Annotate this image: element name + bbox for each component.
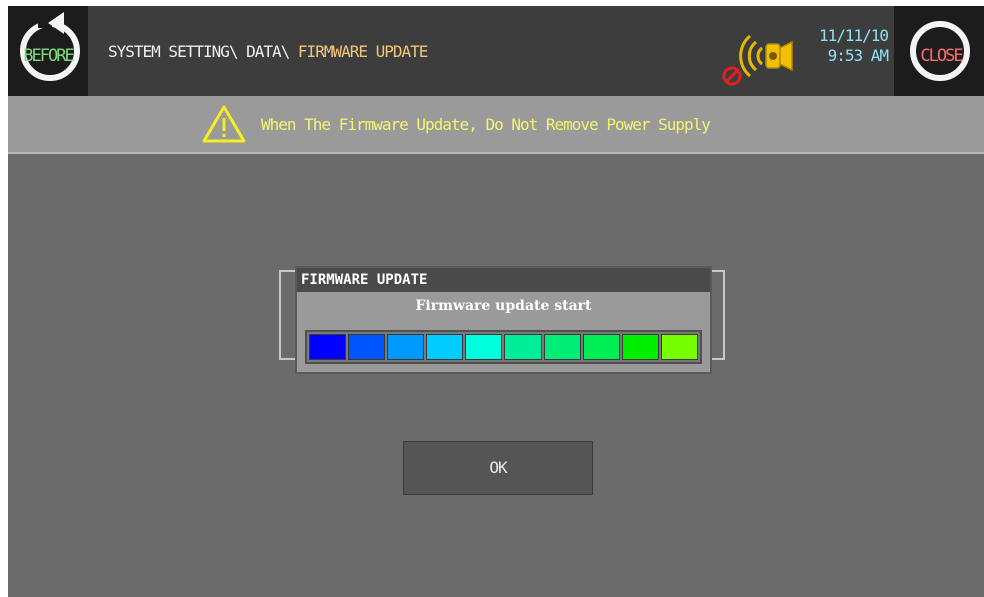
ok-button[interactable]: OK — [403, 441, 593, 495]
progress-segment — [387, 334, 425, 360]
dialog-message: Firmware update start — [415, 298, 592, 314]
clock-time: 9:53 AM — [827, 46, 889, 65]
before-label: BEFORE — [23, 46, 74, 66]
clock-date: 11/11/10 — [818, 26, 889, 45]
breadcrumb-path: SYSTEM SETTING\ DATA\ — [108, 42, 298, 61]
progress-segment — [543, 334, 581, 360]
buzzer-mute-icon[interactable] — [720, 28, 800, 88]
warning-bar: When The Firmware Update, Do Not Remove … — [8, 96, 984, 154]
clock: 11/11/10 9:53 AM — [798, 26, 889, 66]
hmi-screen: BEFORE SYSTEM SETTING\ DATA\ FIRMWARE UP… — [8, 6, 984, 597]
progress-segment — [426, 334, 464, 360]
firmware-update-dialog: FIRMWARE UPDATE Firmware update start — [295, 266, 712, 374]
progress-bar — [305, 330, 702, 364]
progress-segment — [582, 334, 620, 360]
before-button[interactable]: BEFORE — [8, 6, 88, 96]
progress-segment — [660, 334, 698, 360]
progress-segment — [309, 334, 347, 360]
dialog-title: FIRMWARE UPDATE — [297, 268, 710, 292]
warning-icon — [202, 105, 246, 143]
progress-segment — [465, 334, 503, 360]
breadcrumb: SYSTEM SETTING\ DATA\ FIRMWARE UPDATE — [108, 42, 428, 61]
progress-segment — [621, 334, 659, 360]
header-bar: BEFORE SYSTEM SETTING\ DATA\ FIRMWARE UP… — [8, 6, 984, 96]
progress-segment — [504, 334, 542, 360]
warning-text: When The Firmware Update, Do Not Remove … — [261, 115, 711, 134]
progress-segment — [348, 334, 386, 360]
breadcrumb-current: FIRMWARE UPDATE — [297, 42, 428, 61]
close-button[interactable]: CLOSE — [894, 6, 984, 96]
close-label: CLOSE — [920, 46, 963, 66]
